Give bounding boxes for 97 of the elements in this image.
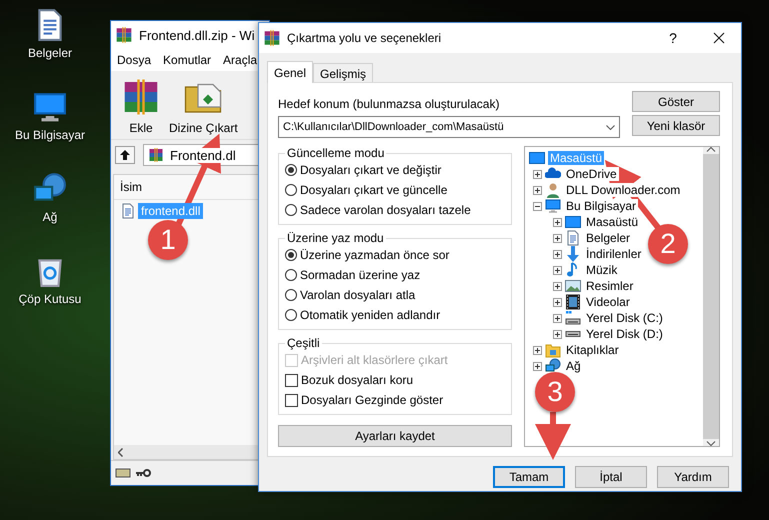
tree-item[interactable]: Yerel Disk (D:) [584,327,665,341]
dialog-button[interactable]: İptal [575,466,647,488]
document-icon [120,203,136,219]
menu-item[interactable]: Komutlar [163,53,212,67]
drive-icon [565,331,581,337]
tree-item[interactable]: Müzik [584,263,620,277]
radio-button[interactable] [285,269,297,281]
down-arrow-icon [565,246,581,262]
option-label: Dosyaları çıkart ve değiştir [300,163,442,177]
chevron-up-icon[interactable] [706,147,716,152]
checkbox[interactable] [285,374,298,386]
desktop-icon-label[interactable]: Belgeler [28,46,72,60]
option-label: Varolan dosyaları atla [300,288,416,302]
menu-item[interactable]: Dosya [117,53,152,67]
film-icon [565,294,581,310]
menu-item[interactable]: Araçla [223,53,258,67]
computer-icon [545,198,561,214]
option-label: Otomatik yeniden adlandır [300,308,440,322]
monitor-icon [565,214,581,230]
column-header[interactable]: İsim [120,180,142,194]
destination-combo[interactable]: C:\Kullanıcılar\DllDownloader_com\Masaüstü [278,116,620,138]
tree-item[interactable]: Ağ [564,359,583,373]
radio-button[interactable] [285,289,297,301]
desktop-icon-label[interactable]: Bu Bilgisayar [14,128,86,142]
option-label: Üzerine yazmadan önce sor [300,248,450,262]
expand-toggle[interactable] [553,282,562,290]
tab[interactable]: Gelişmiş [313,63,374,82]
radio-button[interactable] [285,204,297,216]
folder-icon [545,342,561,358]
expand-toggle[interactable] [533,346,542,354]
annotation-arrow [535,412,571,460]
monitor-icon [529,150,545,166]
tree-item[interactable]: Resimler [584,279,636,293]
document-icon [565,230,581,246]
radio-button[interactable] [285,184,297,196]
tree-item[interactable]: Kitaplıklar [564,343,621,357]
dialog-title: Çıkartma yolu ve seçenekleri [287,31,442,45]
tree-item[interactable]: OneDrive [564,167,619,181]
expand-toggle[interactable] [553,314,562,322]
tree-item[interactable]: Masaüstü [584,215,640,229]
key-icon [135,467,151,479]
expand-toggle[interactable] [553,250,562,258]
group-title: Üzerine yaz modu [286,231,385,245]
help-button[interactable]: ? [655,23,691,53]
desktop-icon-label[interactable]: Ağ [42,210,58,224]
books-stack-icon [148,147,164,163]
collapse-toggle[interactable] [533,202,542,210]
vertical-scrollbar[interactable] [703,147,719,446]
expand-toggle[interactable] [553,330,562,338]
expand-toggle[interactable] [533,186,542,194]
field-label: Hedef konum (bulunmazsa oluşturulacak) [278,97,500,111]
dialog-button[interactable]: Yardım [657,466,729,488]
option-label: Arşivleri alt klasörlere çıkart [301,353,448,367]
books-stack-icon [115,26,133,44]
tree-item[interactable]: İndirilenler [584,247,644,261]
globe-monitor-icon [545,358,561,374]
radio-button[interactable] [285,309,297,321]
option-label: Dosyaları Gezginde göster [301,393,444,407]
expand-toggle[interactable] [553,234,562,242]
group-title: Çeşitli [286,336,321,350]
computer-icon [33,90,67,124]
drive-icon [115,467,131,479]
dialog-button[interactable]: Tamam [493,466,565,488]
option-label: Dosyaları çıkart ve güncelle [300,183,448,197]
picture-icon [565,278,581,294]
radio-button[interactable] [285,249,297,261]
tree-item[interactable]: Yerel Disk (C:) [584,311,665,325]
checkbox[interactable] [285,394,298,406]
window-title: Frontend.dll.zip - Wi [139,28,255,42]
tab[interactable]: Genel [267,61,314,83]
user-icon [545,182,561,198]
desktop-icon-label[interactable]: Çöp Kutusu [18,292,82,306]
tree-item[interactable]: Bu Bilgisayar [564,199,638,213]
side-button[interactable]: Yeni klasör [632,115,720,136]
expand-toggle[interactable] [553,298,562,306]
toolbar-button[interactable]: Dizine Çıkart [169,77,238,135]
option-label: Sormadan üzerine yaz [300,268,420,282]
chevron-down-icon[interactable] [706,441,716,446]
side-button[interactable]: Göster [632,91,720,112]
drive-icon [565,310,581,326]
expand-toggle[interactable] [533,170,542,178]
expand-toggle[interactable] [553,218,562,226]
books-stack-icon [263,29,281,47]
expand-toggle[interactable] [553,266,562,274]
up-folder-button[interactable] [115,146,135,164]
toolbar-button[interactable]: Ekle [121,77,161,135]
chevron-down-icon[interactable] [606,124,615,130]
group-title: Güncelleme modu [286,146,386,160]
expand-toggle[interactable] [533,362,542,370]
option-label: Sadece varolan dosyaları tazele [300,203,471,217]
radio-button[interactable] [285,164,297,176]
option-label: Bozuk dosyaları koru [301,373,414,387]
tree-item[interactable]: Videolar [584,295,632,309]
tree-item[interactable]: DLL Downloader.com [564,183,682,197]
up-arrow-icon [120,150,130,160]
tree-item[interactable]: Belgeler [584,231,632,245]
save-settings-button[interactable]: Ayarları kaydet [278,425,512,447]
